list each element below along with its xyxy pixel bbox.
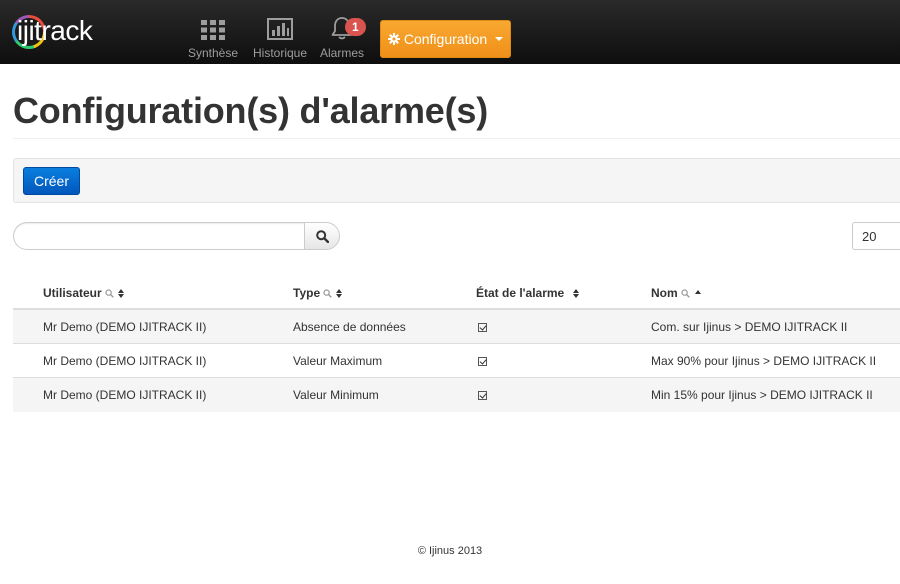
cell-name: Max 90% pour Ijinus > DEMO IJITRACK II bbox=[651, 354, 877, 368]
filter-search-icon[interactable] bbox=[681, 288, 690, 298]
top-navbar: ijitrack Synthèse Historique Alarmes 1 C… bbox=[0, 0, 900, 64]
nav-historique[interactable]: Historique bbox=[252, 14, 308, 60]
alarm-count-badge: 1 bbox=[345, 18, 366, 36]
grid-icon bbox=[201, 20, 225, 40]
nav-synthese-label: Synthèse bbox=[188, 46, 239, 60]
configuration-dropdown-button[interactable]: Configuration bbox=[380, 20, 511, 58]
table-row[interactable]: Mr Demo (DEMO IJITRACK II) Absence de do… bbox=[13, 310, 900, 344]
cell-user: Mr Demo (DEMO IJITRACK II) bbox=[43, 320, 207, 334]
checked-checkbox-icon bbox=[478, 357, 487, 366]
filter-search-icon[interactable] bbox=[323, 288, 332, 298]
footer-copyright: © Ijinus 2013 bbox=[417, 545, 483, 557]
cell-state bbox=[478, 388, 487, 402]
nav-alarmes-label: Alarmes bbox=[319, 46, 364, 60]
cell-type: Valeur Minimum bbox=[293, 388, 379, 402]
filter-search-icon[interactable] bbox=[105, 288, 114, 298]
table-row[interactable]: Mr Demo (DEMO IJITRACK II) Valeur Maximu… bbox=[13, 344, 900, 378]
chevron-down-icon bbox=[495, 37, 504, 41]
sort-icon[interactable] bbox=[336, 288, 343, 298]
cell-name: Min 15% pour Ijinus > DEMO IJITRACK II bbox=[651, 388, 873, 402]
cell-name: Com. sur Ijinus > DEMO IJITRACK II bbox=[651, 320, 848, 334]
column-header-nom[interactable]: Nom bbox=[651, 286, 701, 300]
column-header-etat[interactable]: État de l'alarme bbox=[476, 286, 580, 300]
page-title: Configuration(s) d'alarme(s) bbox=[13, 90, 488, 131]
cell-user: Mr Demo (DEMO IJITRACK II) bbox=[43, 388, 207, 402]
search-icon bbox=[315, 229, 329, 243]
nav-alarmes[interactable]: Alarmes 1 bbox=[318, 14, 366, 60]
cell-user: Mr Demo (DEMO IJITRACK II) bbox=[43, 354, 207, 368]
actions-toolbar: Créer bbox=[13, 158, 900, 203]
cell-state bbox=[478, 354, 487, 368]
alarm-config-table: Utilisateur Type État de l'alarme Nom Mr… bbox=[13, 276, 900, 412]
column-header-utilisateur[interactable]: Utilisateur bbox=[43, 286, 124, 300]
ijitrack-logo[interactable]: ijitrack bbox=[12, 10, 93, 54]
search-input[interactable] bbox=[13, 222, 305, 250]
cell-type: Valeur Maximum bbox=[293, 354, 383, 368]
title-divider bbox=[13, 138, 900, 139]
create-button[interactable]: Créer bbox=[23, 167, 80, 195]
gear-icon bbox=[387, 33, 400, 45]
page-size-select[interactable]: 20 bbox=[852, 222, 900, 250]
search-button[interactable] bbox=[304, 222, 340, 250]
checked-checkbox-icon bbox=[478, 323, 487, 332]
column-header-type[interactable]: Type bbox=[293, 286, 343, 300]
sort-icon[interactable] bbox=[117, 288, 124, 298]
bar-chart-icon bbox=[267, 18, 293, 40]
sort-icon[interactable] bbox=[573, 288, 580, 298]
sort-ascending-icon[interactable] bbox=[694, 289, 701, 294]
cell-state bbox=[478, 320, 487, 334]
nav-historique-label: Historique bbox=[252, 46, 308, 60]
logo-text: ijitrack bbox=[17, 15, 93, 46]
cell-type: Absence de données bbox=[293, 320, 406, 334]
checked-checkbox-icon bbox=[478, 391, 487, 400]
configuration-label: Configuration bbox=[403, 31, 488, 47]
table-row[interactable]: Mr Demo (DEMO IJITRACK II) Valeur Minimu… bbox=[13, 378, 900, 412]
nav-synthese[interactable]: Synthèse bbox=[188, 14, 238, 60]
table-header: Utilisateur Type État de l'alarme Nom bbox=[13, 276, 900, 310]
